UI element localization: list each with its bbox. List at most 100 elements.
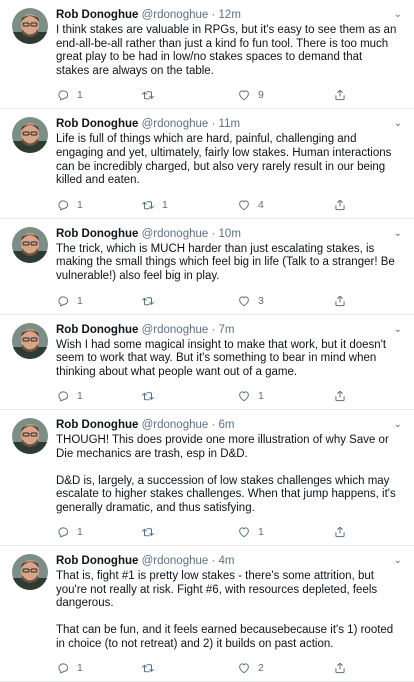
author-name[interactable]: Rob Donoghue [56,228,138,240]
avatar[interactable] [12,554,48,591]
chevron-down-icon[interactable]: ⌄ [394,323,402,337]
timestamp[interactable]: 10m [219,228,241,240]
share-button[interactable] [333,294,353,308]
tweet-actions: 1 1 4 [56,192,402,218]
author-name[interactable]: Rob Donoghue [56,9,138,21]
heart-icon [239,295,249,306]
avatar[interactable] [12,117,48,154]
author-handle[interactable]: @rdonoghue [142,324,209,336]
separator-dot: · [211,419,216,432]
avatar[interactable] [12,322,48,359]
reply-icon [58,527,69,538]
retweet-button[interactable] [141,88,237,102]
author-name[interactable]: Rob Donoghue [56,419,138,431]
share-button[interactable] [333,198,353,212]
reply-button[interactable]: 1 [56,525,141,539]
tweet-text: That is, fight #1 is pretty low stakes -… [56,570,398,651]
reply-button[interactable]: 1 [56,88,141,102]
retweet-button[interactable] [141,661,237,675]
author-name[interactable]: Rob Donoghue [56,555,138,567]
tweet[interactable]: ⌄ Rob Donoghue @rdonoghue · 7m Wish I ha… [0,315,414,411]
timestamp[interactable]: 6m [219,419,235,431]
share-button[interactable] [333,661,353,675]
tweet-header: Rob Donoghue @rdonoghue · 4m [56,553,402,569]
tweet[interactable]: ⌄ Rob Donoghue @rdonoghue · 12m I think … [0,0,414,110]
tweet-text: Life is full of things which are hard, p… [56,133,398,187]
reply-icon [58,90,69,101]
tweet-thread: ⌄ Rob Donoghue @rdonoghue · 12m I think … [0,0,414,682]
author-name[interactable]: Rob Donoghue [56,118,138,130]
like-button[interactable]: 4 [237,198,333,212]
reply-button[interactable]: 1 [56,661,141,675]
timestamp[interactable]: 4m [219,555,235,567]
tweet-actions: 1 1 [56,519,402,545]
share-button[interactable] [333,389,353,403]
author-handle[interactable]: @rdonoghue [142,419,209,431]
tweet-paragraph: Life is full of things which are hard, p… [56,133,392,187]
retweet-button[interactable] [141,294,237,308]
author-name[interactable]: Rob Donoghue [56,324,138,336]
share-button[interactable] [333,525,353,539]
separator-dot: · [211,323,216,336]
like-count: 1 [258,390,264,403]
chevron-down-icon[interactable]: ⌄ [394,418,402,432]
tweet-text: THOUGH! This does provide one more illus… [56,434,398,515]
avatar[interactable] [12,418,48,455]
tweet[interactable]: ⌄ Rob Donoghue @rdonoghue · 6m THOUGH! T… [0,410,414,547]
heart-icon [239,527,249,538]
tweet-paragraph: That is, fight #1 is pretty low stakes -… [56,570,378,610]
reply-button[interactable]: 1 [56,294,141,308]
retweet-icon [142,91,154,100]
chevron-down-icon[interactable]: ⌄ [394,8,402,22]
reply-icon [58,295,69,306]
tweet[interactable]: ⌄ Rob Donoghue @rdonoghue · 4m That is, … [0,546,414,682]
share-icon [335,527,345,538]
share-button[interactable] [333,88,353,102]
retweet-count: 1 [162,198,168,211]
like-button[interactable]: 1 [237,389,333,403]
timestamp[interactable]: 11m [219,118,241,130]
tweet-paragraph: D&D is, largely, a succession of low sta… [56,474,396,514]
retweet-button[interactable] [141,525,237,539]
reply-icon [58,663,69,674]
tweet-paragraph: That can be fun, and it feels earned bec… [56,624,394,650]
chevron-down-icon[interactable]: ⌄ [394,227,402,241]
reply-icon [58,200,69,211]
author-handle[interactable]: @rdonoghue [142,118,209,130]
like-count: 4 [258,198,264,211]
heart-icon [239,391,249,402]
tweet-actions: 1 1 [56,383,402,409]
author-handle[interactable]: @rdonoghue [142,228,209,240]
author-handle[interactable]: @rdonoghue [142,9,209,21]
tweet[interactable]: ⌄ Rob Donoghue @rdonoghue · 10m The tric… [0,219,414,315]
timestamp[interactable]: 7m [219,324,235,336]
tweet-actions: 1 2 [56,655,402,681]
tweet-paragraph: The trick, which is MUCH harder than jus… [56,242,395,282]
chevron-down-icon[interactable]: ⌄ [394,117,402,131]
reply-count: 1 [77,294,83,307]
tweet-text: The trick, which is MUCH harder than jus… [56,243,398,284]
chevron-down-icon[interactable]: ⌄ [394,554,402,568]
tweet-header: Rob Donoghue @rdonoghue · 12m [56,7,402,23]
like-button[interactable]: 9 [237,88,333,102]
share-icon [335,199,345,210]
avatar[interactable] [12,226,48,263]
like-button[interactable]: 3 [237,294,333,308]
retweet-icon [142,528,154,537]
separator-dot: · [211,555,216,568]
reply-count: 1 [77,526,83,539]
reply-button[interactable]: 1 [56,389,141,403]
like-count: 2 [258,662,264,675]
tweet-text: I think stakes are valuable in RPGs, but… [56,24,398,78]
author-handle[interactable]: @rdonoghue [142,555,209,567]
avatar[interactable] [12,8,48,44]
reply-count: 1 [77,662,83,675]
like-button[interactable]: 1 [237,525,333,539]
like-button[interactable]: 2 [237,661,333,675]
retweet-button[interactable] [141,389,237,403]
tweet[interactable]: ⌄ Rob Donoghue @rdonoghue · 11m Life is … [0,109,414,219]
reply-button[interactable]: 1 [56,198,141,212]
timestamp[interactable]: 12m [219,9,241,21]
retweet-button[interactable]: 1 [141,198,237,212]
like-count: 1 [258,526,264,539]
